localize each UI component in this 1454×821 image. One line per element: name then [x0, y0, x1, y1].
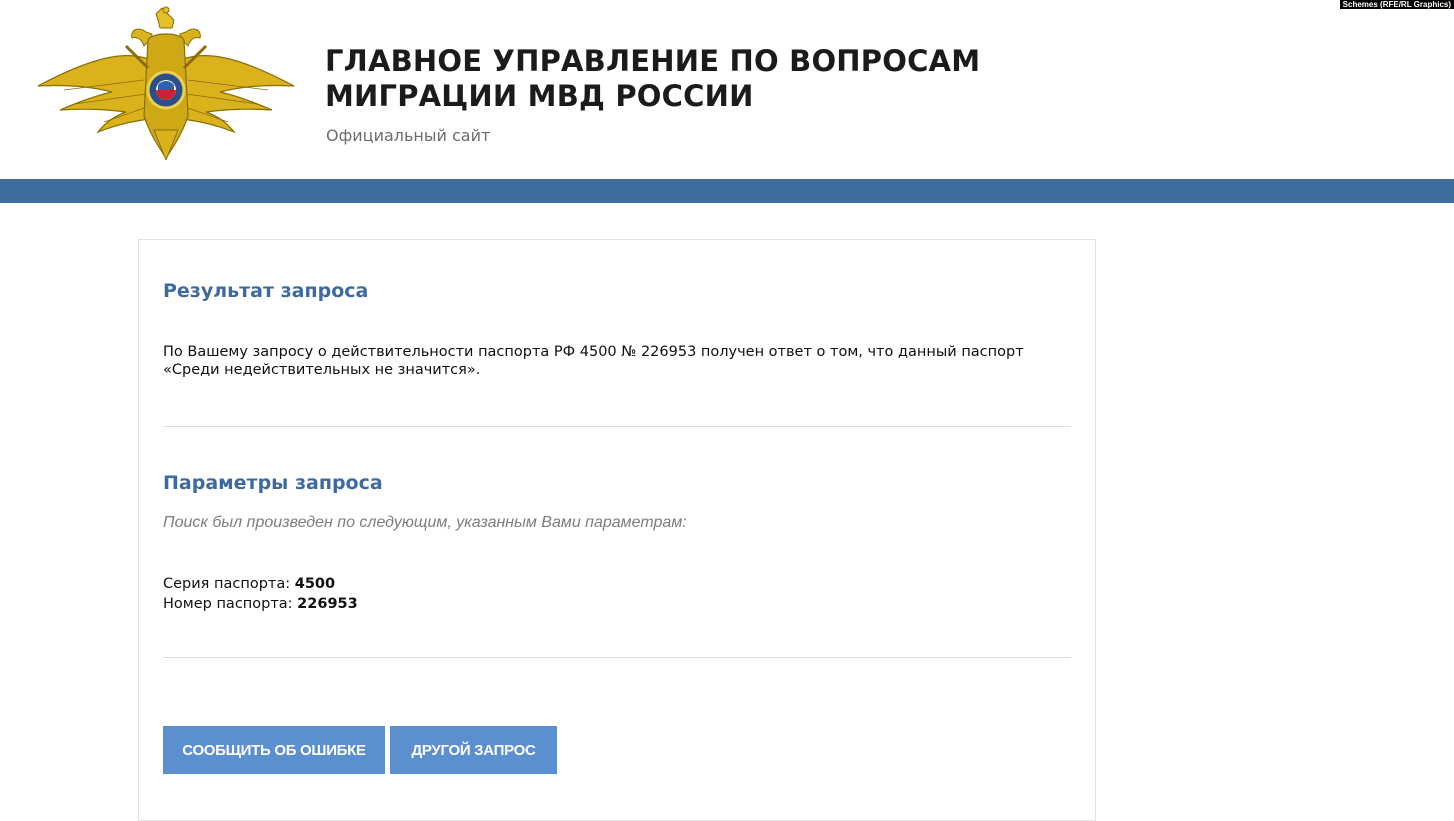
organization-title: ГЛАВНОЕ УПРАВЛЕНИЕ ПО ВОПРОСАМ МИГРАЦИИ …	[325, 44, 980, 114]
passport-series-label: Серия паспорта:	[163, 576, 291, 592]
params-list: Серия паспорта: 4500 Номер паспорта: 226…	[163, 574, 358, 614]
passport-number-value: 226953	[297, 596, 358, 612]
header-band	[0, 179, 1454, 203]
site-header: ГЛАВНОЕ УПРАВЛЕНИЕ ПО ВОПРОСАМ МИГРАЦИИ …	[0, 0, 1454, 178]
site-subtitle: Официальный сайт	[326, 126, 491, 145]
result-heading: Результат запроса	[163, 280, 369, 302]
passport-number-row: Номер паспорта: 226953	[163, 594, 358, 614]
divider	[163, 657, 1071, 658]
report-error-button[interactable]: СООБЩИТЬ ОБ ОШИБКЕ	[163, 726, 385, 774]
params-hint: Поиск был произведен по следующим, указа…	[163, 514, 687, 531]
params-heading: Параметры запроса	[163, 472, 383, 494]
organization-title-line-1: ГЛАВНОЕ УПРАВЛЕНИЕ ПО ВОПРОСАМ	[325, 44, 981, 78]
result-text: По Вашему запросу о действительности пас…	[163, 344, 1024, 378]
divider	[163, 426, 1071, 427]
passport-series-value: 4500	[294, 576, 336, 592]
double-headed-eagle-emblem-icon[interactable]	[34, 6, 298, 160]
passport-series-row: Серия паспорта: 4500	[163, 574, 358, 594]
passport-number-label: Номер паспорта:	[163, 596, 293, 612]
result-card: Результат запроса По Вашему запросу о де…	[138, 239, 1096, 821]
new-request-button[interactable]: ДРУГОЙ ЗАПРОС	[390, 726, 557, 774]
organization-title-line-2: МИГРАЦИИ МВД РОССИИ	[325, 79, 754, 113]
